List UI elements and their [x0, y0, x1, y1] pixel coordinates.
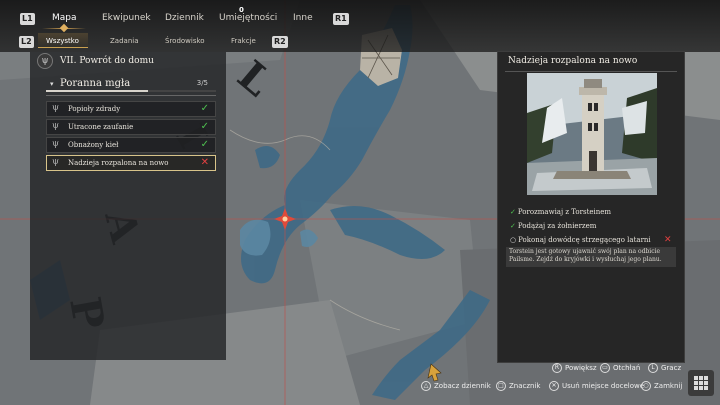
failed-x-icon: ✕ [200, 157, 209, 168]
collapse-triangle-icon: ▾ [50, 80, 54, 88]
tab-journal[interactable]: Dziennik [165, 13, 204, 23]
zoom-hint-label: Powiększ [565, 364, 597, 372]
player-hint-label: Gracz [661, 364, 682, 372]
triangle-button-icon: △ [421, 381, 431, 391]
top-navigation [0, 0, 720, 52]
l1-button[interactable]: L1 [20, 13, 35, 25]
r1-button[interactable]: R1 [333, 13, 349, 25]
task-label: Porozmawiaj z Torsteinem [517, 208, 612, 216]
subtab-all[interactable]: Wszystko [46, 37, 79, 45]
detail-divider [505, 71, 677, 72]
marker-label: Znacznik [509, 382, 541, 390]
task-label: Pokonaj dowódcę strzegącego latarni [518, 236, 651, 244]
failed-x-icon: ✕ [664, 235, 672, 245]
quest-description: Torstein jest gotowy ujawnić swój plan n… [506, 247, 676, 267]
quest-name: Poranna mgła [60, 78, 131, 89]
objective-item[interactable]: ψ Obnażony kieł ✓ [46, 137, 216, 153]
checkmark-icon: ✓ [510, 208, 516, 216]
trident-icon: ψ [52, 139, 60, 149]
chapter-emblem-icon: ψ [37, 53, 53, 69]
abyss-hint-label: Otchłań [613, 364, 641, 372]
player-hint[interactable]: L Gracz [648, 363, 681, 373]
task-item: ○ Pokonaj dowódcę strzegącego latarni [510, 236, 651, 244]
remove-waypoint-hint[interactable]: ✕ Usuń miejsce docelowe [549, 381, 644, 391]
objective-item[interactable]: ψ Popioły zdrady ✓ [46, 101, 216, 117]
trident-icon: ψ [52, 157, 60, 167]
checkmark-icon: ✓ [200, 139, 209, 150]
checkmark-icon: ✓ [510, 222, 516, 230]
objective-label: Obnażony kieł [68, 141, 119, 149]
detail-title: Nadzieja rozpalona na nowo [508, 56, 638, 66]
task-label: Podążaj za żołnierzem [517, 222, 597, 230]
objective-item-selected[interactable]: ψ Nadzieja rozpalona na nowo ✕ [46, 155, 216, 171]
subtab-environment[interactable]: Środowisko [165, 37, 205, 45]
quest-progress-fill [46, 90, 148, 92]
objective-label: Nadzieja rozpalona na nowo [68, 159, 169, 167]
tab-other[interactable]: Inne [293, 13, 313, 23]
view-journal-hint[interactable]: △ Zobacz dziennik [421, 381, 491, 391]
checkmark-icon: ✓ [200, 103, 209, 114]
view-journal-label: Zobacz dziennik [434, 382, 491, 390]
left-stick-icon: L [648, 363, 658, 373]
marker-hint[interactable]: □ Znacznik [496, 381, 540, 391]
zoom-hint[interactable]: R Powiększ [552, 363, 597, 373]
quest-panel [30, 52, 226, 360]
close-hint[interactable]: ○ Zamknij [641, 381, 682, 391]
objective-label: Popioły zdrady [68, 105, 121, 113]
quest-progress-bar [46, 90, 216, 92]
checkmark-icon: ✓ [200, 121, 209, 132]
r2-button[interactable]: R2 [272, 36, 288, 48]
l2-button[interactable]: L2 [19, 36, 34, 48]
task-item: ✓ Podążaj za żołnierzem [510, 222, 596, 230]
circle-button-icon: ○ [641, 381, 651, 391]
quest-progress-count: 3/5 [196, 79, 208, 87]
objective-item[interactable]: ψ Utracone zaufanie ✓ [46, 119, 216, 135]
grid-menu-icon[interactable] [688, 370, 714, 396]
quest-header[interactable]: ▾ Poranna mgła 3/5 [46, 76, 216, 96]
square-button-icon: □ [496, 381, 506, 391]
tab-skills[interactable]: Umiejętności [219, 13, 277, 23]
chapter-title: VII. Powrót do domu [60, 56, 154, 66]
trident-icon: ψ [52, 103, 60, 113]
tab-map[interactable]: Mapa [52, 13, 77, 23]
lighthouse-tower-image [527, 73, 657, 195]
task-item: ✓ Porozmawiaj z Torsteinem [510, 208, 611, 216]
right-stick-icon: R [552, 363, 562, 373]
trident-icon: ψ [52, 121, 60, 131]
subtab-quests[interactable]: Zadania [110, 37, 139, 45]
abyss-hint[interactable]: ▭ Otchłań [600, 363, 640, 373]
circle-icon: ○ [510, 236, 517, 244]
objective-label: Utracone zaufanie [68, 123, 134, 131]
tab-equipment[interactable]: Ekwipunek [102, 13, 151, 23]
subtab-factions[interactable]: Frakcje [231, 37, 256, 45]
touchpad-icon: ▭ [600, 363, 610, 373]
close-label: Zamknij [654, 382, 683, 390]
cross-button-icon: ✕ [549, 381, 559, 391]
remove-waypoint-label: Usuń miejsce docelowe [562, 382, 645, 390]
